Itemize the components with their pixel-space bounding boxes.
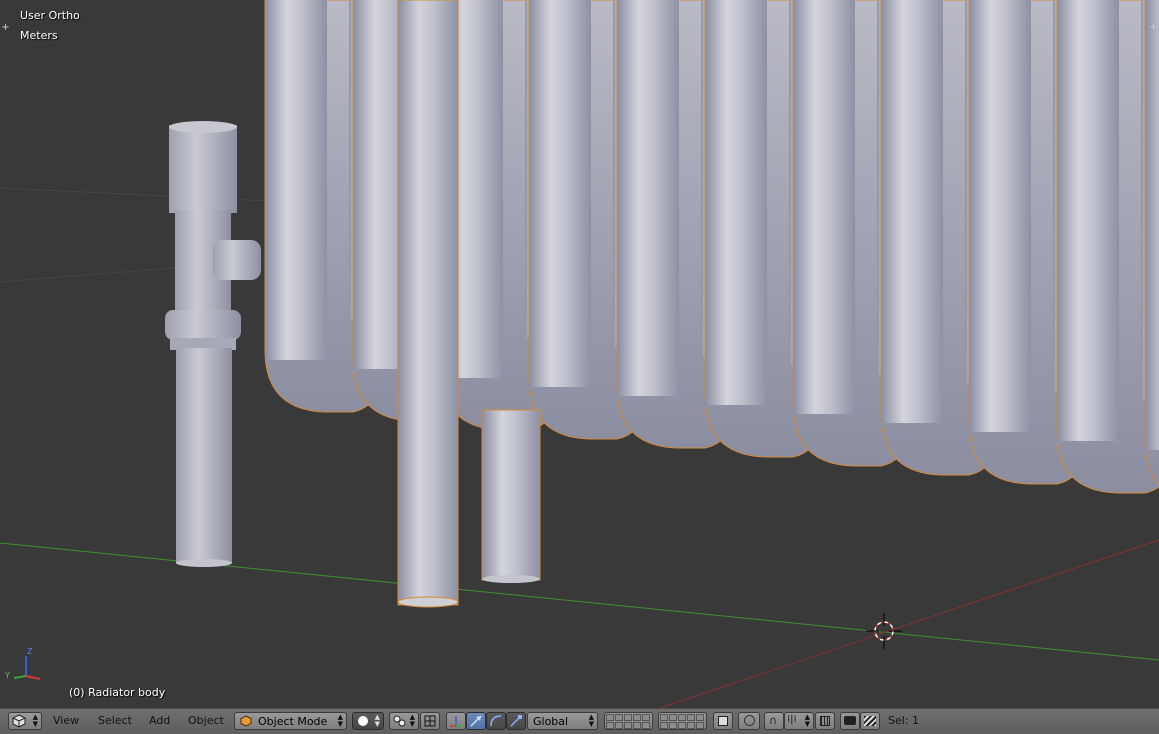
translate-manipulator-button[interactable]: [466, 712, 486, 730]
grid-icon: [820, 716, 830, 726]
layer-button[interactable]: [633, 722, 641, 729]
layer-button[interactable]: [606, 722, 614, 729]
scene-render: Z Y: [0, 0, 1159, 708]
menu-select[interactable]: Select: [98, 714, 132, 732]
manipulator-icon: [424, 715, 436, 727]
solid-shading-icon: [358, 716, 368, 726]
object-cube-icon: [240, 715, 252, 727]
layer-buttons-group-1[interactable]: [604, 712, 653, 730]
layer-button[interactable]: [624, 722, 632, 729]
layer-button[interactable]: [633, 714, 641, 721]
layer-button[interactable]: [678, 714, 686, 721]
snap-increment-icon: ⁞|⁞: [787, 714, 797, 725]
layer-button[interactable]: [660, 722, 668, 729]
selection-count: Sel: 1: [888, 714, 920, 727]
snap-element-selector[interactable]: ⁞|⁞ ▲ ▼: [784, 712, 814, 730]
magnet-icon: ∩: [769, 714, 778, 727]
chevron-updown-icon: ▲ ▼: [588, 713, 594, 728]
radiator-column-leg: [265, 0, 327, 360]
snap-target-button[interactable]: [815, 712, 835, 730]
region-expand-icon[interactable]: +: [1, 23, 10, 33]
layer-button[interactable]: [615, 714, 623, 721]
layer-lock-button[interactable]: [713, 712, 733, 730]
radiator-column-leg: [793, 0, 855, 414]
pivot-point-selector[interactable]: ▲ ▼: [389, 712, 419, 730]
layer-button[interactable]: [678, 722, 686, 729]
view-name-label: User Ortho: [20, 9, 80, 22]
axis-gizmo: Z Y: [4, 647, 41, 680]
layer-button[interactable]: [642, 722, 650, 729]
y-axis-line: [0, 542, 1159, 661]
clapperboard-icon: [864, 716, 876, 726]
rotate-icon: [490, 715, 502, 727]
layer-button[interactable]: [669, 722, 677, 729]
layer-button[interactable]: [615, 722, 623, 729]
radiator-column-leg: [617, 0, 679, 396]
mode-selector[interactable]: Object Mode ▲ ▼: [234, 712, 347, 730]
radiator-column-leg: [1057, 0, 1119, 441]
layer-button[interactable]: [606, 714, 614, 721]
region-expand-icon[interactable]: +: [1149, 23, 1158, 33]
chevron-updown-icon: ▲ ▼: [804, 713, 810, 728]
chevron-updown-icon: ▲ ▼: [409, 713, 415, 728]
radiator-column-leg: [881, 0, 943, 423]
render-animation-button[interactable]: [860, 712, 880, 730]
mode-label: Object Mode: [258, 715, 328, 728]
viewport-header: ▲ ▼ View Select Add Object Object Mode ▲ ▼…: [0, 708, 1159, 734]
snap-toggle-button[interactable]: ∩: [764, 712, 784, 730]
radiator-column-leg: [705, 0, 767, 405]
manipulator-toggle[interactable]: [420, 712, 440, 730]
scale-icon: [510, 715, 522, 727]
viewport-shading-selector[interactable]: ▲ ▼: [352, 712, 384, 730]
rotate-manipulator-button[interactable]: [486, 712, 506, 730]
x-axis-line: [659, 539, 1159, 708]
radiator-column-leg: [529, 0, 591, 387]
axis-label-y: Y: [4, 671, 10, 680]
pivot-icon: [393, 715, 406, 727]
scale-manipulator-button[interactable]: [506, 712, 526, 730]
radiator-column-leg: [969, 0, 1031, 432]
layer-button[interactable]: [642, 714, 650, 721]
camera-icon: [844, 716, 856, 725]
orientation-label: Global: [533, 715, 569, 728]
layer-button[interactable]: [696, 714, 704, 721]
layer-button[interactable]: [687, 714, 695, 721]
valve-object: [165, 121, 261, 567]
axes-icon: [450, 716, 462, 727]
menu-view[interactable]: View: [53, 714, 79, 732]
layer-button[interactable]: [660, 714, 668, 721]
circle-icon: [744, 715, 755, 726]
layer-button[interactable]: [696, 722, 704, 729]
arrow-icon: [470, 715, 482, 727]
chevron-updown-icon: ▲ ▼: [32, 713, 38, 728]
transform-orientation-selector[interactable]: Global ▲ ▼: [527, 712, 598, 730]
3d-viewport[interactable]: Z Y + + User Ortho Meters (0) Radiator b…: [0, 0, 1159, 708]
menu-add[interactable]: Add: [149, 714, 170, 732]
units-label: Meters: [20, 29, 58, 42]
proportional-editing-button[interactable]: [738, 712, 760, 730]
axis-label-z: Z: [27, 647, 33, 656]
layer-buttons-group-2[interactable]: [658, 712, 707, 730]
layer-button[interactable]: [669, 714, 677, 721]
cube-icon: [12, 714, 26, 728]
object-info-label: (0) Radiator body: [69, 686, 166, 699]
editor-type-selector[interactable]: ▲ ▼: [8, 712, 42, 730]
menu-object[interactable]: Object: [188, 714, 224, 732]
layer-button[interactable]: [687, 722, 695, 729]
transform-manipulator-toggle[interactable]: [446, 712, 466, 730]
chevron-updown-icon: ▲ ▼: [337, 713, 343, 728]
layer-button[interactable]: [624, 714, 632, 721]
lock-icon: [718, 716, 728, 726]
radiator-column-leg: [1145, 0, 1159, 450]
render-image-button[interactable]: [840, 712, 860, 730]
chevron-updown-icon: ▲ ▼: [374, 713, 380, 728]
3d-cursor: [866, 613, 902, 649]
